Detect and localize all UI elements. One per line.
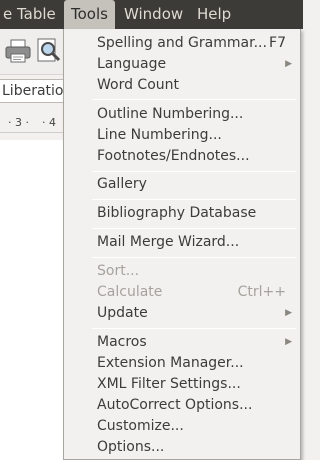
menu-separator	[92, 228, 296, 229]
menu-item-update[interactable]: Update ▶	[64, 303, 300, 324]
menu-item-options[interactable]: Options...	[64, 437, 300, 458]
menu-item-calculate: Calculate Ctrl++	[64, 282, 300, 303]
tools-menu: Spelling and Grammar... F7 Language ▶ Wo…	[63, 29, 301, 460]
print-preview-icon[interactable]	[34, 36, 64, 66]
menu-item-sort: Sort...	[97, 263, 140, 279]
menu-item-spelling-grammar[interactable]: Spelling and Grammar... F7	[64, 33, 300, 54]
ruler-mark: · 4	[42, 116, 56, 129]
menu-table[interactable]: Table	[10, 0, 63, 29]
menu-bar: e Table Tools Window Help	[0, 0, 303, 29]
menu-item-label: Macros	[97, 334, 147, 350]
shortcut-label: F7	[269, 35, 286, 51]
menu-item-mail-merge-wizard[interactable]: Mail Merge Wizard...	[64, 232, 300, 253]
menu-item-label: Calculate	[97, 284, 163, 300]
standard-toolbar	[0, 29, 64, 75]
menu-item-extension-manager[interactable]: Extension Manager...	[64, 353, 300, 374]
menu-item-label: Language	[97, 56, 167, 72]
menu-separator	[92, 257, 296, 258]
menu-item-line-numbering[interactable]: Line Numbering...	[64, 125, 300, 146]
menu-separator	[92, 328, 296, 329]
menu-separator	[92, 99, 296, 100]
font-name-box[interactable]: Liberatio	[0, 79, 64, 103]
shortcut-label: Ctrl++	[237, 284, 286, 300]
menu-item-customize[interactable]: Customize...	[64, 416, 300, 437]
menu-window[interactable]: Window	[117, 0, 190, 29]
ruler: · 3 · · 4	[0, 113, 64, 133]
menu-item-xml-filter-settings[interactable]: XML Filter Settings...	[64, 374, 300, 395]
menu-separator	[92, 171, 296, 172]
menu-item-outline-numbering[interactable]: Outline Numbering...	[64, 104, 300, 125]
menu-item-word-count[interactable]: Word Count	[64, 75, 300, 96]
submenu-arrow-icon: ▶	[285, 59, 292, 69]
document-page[interactable]	[0, 140, 64, 460]
print-icon[interactable]	[3, 36, 33, 66]
submenu-arrow-icon: ▶	[285, 337, 292, 347]
menu-item-label: Update	[97, 305, 148, 321]
menu-item-gallery[interactable]: Gallery	[64, 174, 300, 195]
menu-item-macros[interactable]: Macros ▶	[64, 332, 300, 353]
menu-separator	[92, 199, 296, 200]
menu-tools[interactable]: Tools	[64, 0, 115, 29]
menu-item-label: Spelling and Grammar...	[97, 35, 267, 51]
menu-item-autocorrect-options[interactable]: AutoCorrect Options...	[64, 395, 300, 416]
menu-item-footnotes-endnotes[interactable]: Footnotes/Endnotes...	[64, 146, 300, 167]
ruler-mark: · 3 ·	[8, 116, 29, 129]
menu-help[interactable]: Help	[190, 0, 238, 29]
menu-item-language[interactable]: Language ▶	[64, 54, 300, 75]
submenu-arrow-icon: ▶	[285, 308, 292, 318]
menu-item-bibliography-database[interactable]: Bibliography Database	[64, 203, 300, 224]
